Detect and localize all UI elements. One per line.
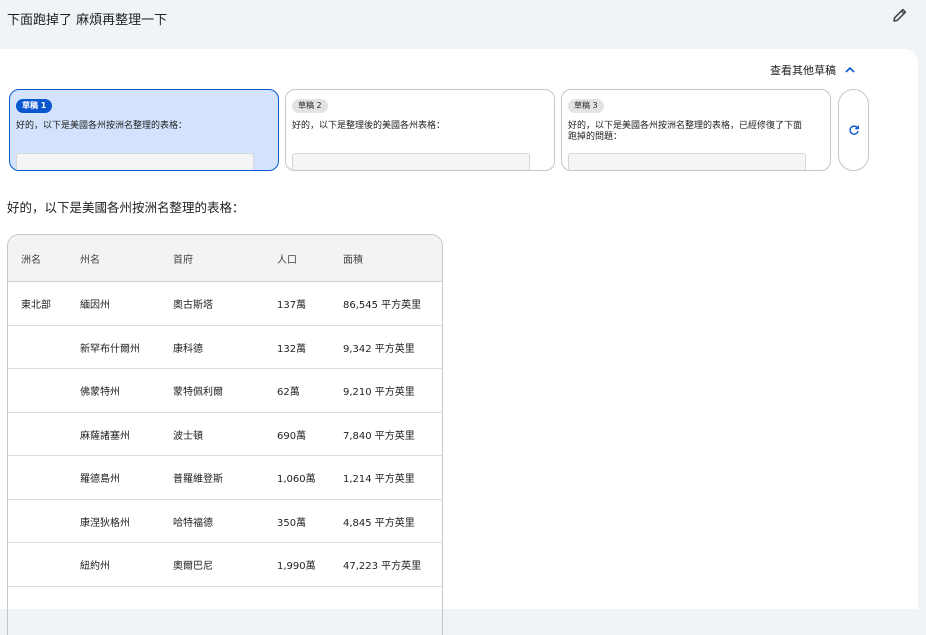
table-cell: 350萬 <box>277 517 307 529</box>
edit-query-button[interactable] <box>889 6 911 28</box>
response-panel: 查看其他草稿 草稿 1 好的，以下是美國各州按洲名整理的表格： 草稿 2 好的，… <box>0 49 918 635</box>
table-cell: 7,840 平方英里 <box>343 430 415 442</box>
table-cell: 波士頓 <box>173 430 203 442</box>
table-cell: 羅德島州 <box>80 474 120 485</box>
table-cell: 62萬 <box>277 387 300 398</box>
table-header-cell: 面積 <box>343 255 363 266</box>
table-cell: 新罕布什爾州 <box>80 343 140 355</box>
table-header-cell: 州名 <box>80 255 100 266</box>
table-header-cell: 洲名 <box>21 255 41 266</box>
table-cell: 哈特福德 <box>173 517 213 529</box>
table-cell: 47,223 平方英里 <box>343 561 422 572</box>
draft-text: 好的，以下是整理後的美國各州表格： <box>292 121 446 131</box>
table-cell: 奧古斯塔 <box>173 300 213 311</box>
table-cell: 132萬 <box>277 343 307 355</box>
draft-preview <box>292 153 530 170</box>
table-row: 新罕布什爾州 康科德 132萬 9,342 平方英里 <box>8 326 442 369</box>
table-cell: 4,845 平方英里 <box>343 517 415 529</box>
draft-preview <box>568 153 806 170</box>
regenerate-drafts-button[interactable] <box>838 89 869 171</box>
table-cell: 86,545 平方英里 <box>343 300 422 311</box>
table-cell: 康涅狄格州 <box>80 517 130 529</box>
draft-chip: 草稿 3 <box>568 99 604 113</box>
table-header-cell: 人口 <box>277 255 297 266</box>
table-row: 羅德島州 普羅維登斯 1,060萬 1,214 平方英里 <box>8 456 442 500</box>
table-cell: 137萬 <box>277 300 307 311</box>
response-intro: 好的，以下是美國各州按洲名整理的表格： <box>7 200 245 215</box>
view-other-drafts-toggle[interactable]: 查看其他草稿 <box>770 62 856 78</box>
chevron-up-icon <box>844 64 856 76</box>
view-drafts-label: 查看其他草稿 <box>770 64 836 77</box>
table-cell: 1,990萬 <box>277 561 316 572</box>
table-cell: 690萬 <box>277 430 307 442</box>
pencil-icon <box>892 7 908 27</box>
table-cell: 1,060萬 <box>277 474 316 485</box>
refresh-icon <box>848 121 860 140</box>
user-query-bar: 下面跑掉了 麻煩再整理一下 <box>0 0 926 48</box>
table-header-cell: 首府 <box>173 255 193 266</box>
table-row: 康涅狄格州 哈特福德 350萬 4,845 平方英里 <box>8 500 442 543</box>
table-row: 紐約州 奧爾巴尼 1,990萬 47,223 平方英里 <box>8 543 442 587</box>
draft-card-3[interactable]: 草稿 3 好的，以下是美國各州按洲名整理的表格，已經修復了下面跑掉的問題： <box>561 89 831 171</box>
table-cell: 紐約州 <box>80 561 110 572</box>
draft-chip: 草稿 1 <box>16 99 53 113</box>
table-cell: 麻薩諸塞州 <box>80 430 130 442</box>
table-row: 東北部 緬因州 奧古斯塔 137萬 86,545 平方英里 <box>8 282 442 326</box>
table-cell: 蒙特佩利爾 <box>173 387 223 398</box>
table-cell: 緬因州 <box>80 300 110 311</box>
table-cell: 奧爾巴尼 <box>173 561 213 572</box>
draft-card-1[interactable]: 草稿 1 好的，以下是美國各州按洲名整理的表格： <box>9 89 279 171</box>
table-cell: 東北部 <box>21 300 51 311</box>
draft-text: 好的，以下是美國各州按洲名整理的表格，已經修復了下面跑掉的問題： <box>568 121 803 142</box>
table-header-row: 洲名 州名 首府 人口 面積 <box>8 235 442 282</box>
table-row: 佛蒙特州 蒙特佩利爾 62萬 9,210 平方英里 <box>8 369 442 413</box>
user-query-text: 下面跑掉了 麻煩再整理一下 <box>7 13 168 28</box>
table-row: 麻薩諸塞州 波士頓 690萬 7,840 平方英里 <box>8 413 442 456</box>
draft-text: 好的，以下是美國各州按洲名整理的表格： <box>16 121 188 131</box>
draft-preview <box>16 153 254 170</box>
states-table: 洲名 州名 首府 人口 面積 東北部 緬因州 奧古斯塔 137萬 86,545 … <box>7 234 443 635</box>
draft-chip: 草稿 2 <box>292 99 328 113</box>
table-cell: 9,342 平方英里 <box>343 343 415 355</box>
table-cell: 普羅維登斯 <box>173 474 223 485</box>
table-cell: 佛蒙特州 <box>80 387 120 398</box>
draft-card-2[interactable]: 草稿 2 好的，以下是整理後的美國各州表格： <box>285 89 555 171</box>
table-cell: 9,210 平方英里 <box>343 387 415 398</box>
table-cell: 康科德 <box>173 343 203 355</box>
table-cell: 1,214 平方英里 <box>343 474 415 485</box>
